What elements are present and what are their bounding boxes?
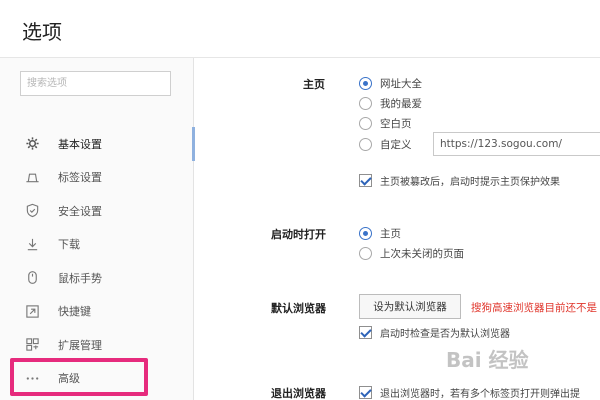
radio-button[interactable] bbox=[359, 97, 372, 110]
startup-option-last-session[interactable]: 上次未关闭的页面 bbox=[359, 246, 464, 261]
sidebar-item-download[interactable]: 下载 bbox=[0, 228, 194, 262]
radio-button[interactable] bbox=[359, 77, 372, 90]
sidebar-item-label: 快捷键 bbox=[58, 305, 91, 319]
download-icon bbox=[24, 236, 40, 252]
radio-label: 我的最爱 bbox=[380, 98, 422, 110]
custom-homepage-url-input[interactable] bbox=[433, 132, 600, 156]
radio-label: 空白页 bbox=[380, 118, 412, 130]
sidebar-item-basic-settings[interactable]: 基本设置 bbox=[0, 127, 195, 161]
radio-button[interactable] bbox=[359, 227, 372, 240]
startup-label: 启动时打开 bbox=[271, 228, 326, 241]
homepage-protect-option[interactable]: 主页被篡改后，启动时提示主页保护效果 bbox=[359, 173, 560, 188]
sidebar-item-tab-settings[interactable]: 标签设置 bbox=[0, 161, 194, 195]
sidebar-item-label: 基本设置 bbox=[58, 137, 102, 151]
default-browser-warning: 搜狗高速浏览器目前还不是 bbox=[471, 302, 597, 314]
page-title: 选项 bbox=[22, 20, 62, 44]
sidebar-item-label: 下载 bbox=[58, 238, 80, 252]
exit-browser-warn-option[interactable]: 退出浏览器时，若有多个标签页打开则弹出提 bbox=[359, 385, 580, 400]
radio-label: 主页 bbox=[380, 228, 401, 240]
homepage-option-nav[interactable]: 网址大全 bbox=[359, 76, 422, 91]
homepage-label: 主页 bbox=[303, 78, 325, 91]
sidebar-nav: 基本设置 标签设置 安全设置 下载 鼠标手势 快捷键 扩展管理 高级 bbox=[0, 127, 195, 395]
search-input[interactable] bbox=[20, 71, 171, 96]
sidebar-item-shortcuts[interactable]: 快捷键 bbox=[0, 295, 194, 329]
sidebar: 基本设置 标签设置 安全设置 下载 鼠标手势 bbox=[0, 58, 195, 400]
exit-browser-label: 退出浏览器 bbox=[271, 387, 326, 400]
sidebar-item-mouse-gestures[interactable]: 鼠标手势 bbox=[0, 261, 194, 295]
checkbox[interactable] bbox=[359, 174, 372, 187]
checkbox-label: 主页被篡改后，启动时提示主页保护效果 bbox=[380, 177, 560, 188]
checkbox-label: 退出浏览器时，若有多个标签页打开则弹出提 bbox=[380, 389, 580, 400]
extensions-icon bbox=[24, 337, 40, 353]
homepage-option-blank[interactable]: 空白页 bbox=[359, 116, 412, 131]
shortcut-icon bbox=[24, 303, 40, 319]
window-header: 选项 bbox=[0, 0, 600, 58]
checkbox[interactable] bbox=[359, 326, 372, 339]
sidebar-item-extensions[interactable]: 扩展管理 bbox=[0, 328, 194, 362]
radio-button[interactable] bbox=[359, 247, 372, 260]
mouse-icon bbox=[24, 270, 40, 286]
radio-button[interactable] bbox=[359, 117, 372, 130]
radio-label: 上次未关闭的页面 bbox=[380, 248, 464, 260]
sidebar-item-label: 扩展管理 bbox=[58, 338, 102, 352]
tab-icon bbox=[24, 169, 40, 185]
default-browser-label: 默认浏览器 bbox=[271, 302, 326, 315]
shield-icon bbox=[24, 203, 40, 219]
homepage-option-custom[interactable]: 自定义 bbox=[359, 137, 412, 152]
checkbox-label: 启动时检查是否为默认浏览器 bbox=[380, 329, 510, 340]
baidu-jingyan-watermark: Bai 经验 bbox=[446, 348, 529, 372]
sidebar-item-label: 鼠标手势 bbox=[58, 271, 102, 285]
gear-icon bbox=[24, 136, 40, 152]
startup-option-homepage[interactable]: 主页 bbox=[359, 226, 401, 241]
set-default-browser-button[interactable]: 设为默认浏览器 bbox=[359, 294, 461, 319]
radio-label: 网址大全 bbox=[380, 78, 422, 90]
settings-content: 主页 网址大全 我的最爱 空白页 自定义 主页被篡改后，启动时提示主页保护效果 … bbox=[195, 58, 600, 400]
radio-button[interactable] bbox=[359, 138, 372, 151]
homepage-option-favorites[interactable]: 我的最爱 bbox=[359, 96, 422, 111]
advanced-highlight-box bbox=[10, 358, 148, 396]
checkbox[interactable] bbox=[359, 386, 372, 399]
check-default-browser-option[interactable]: 启动时检查是否为默认浏览器 bbox=[359, 325, 510, 340]
radio-label: 自定义 bbox=[380, 139, 412, 151]
sidebar-item-label: 安全设置 bbox=[58, 204, 102, 218]
sidebar-item-security-settings[interactable]: 安全设置 bbox=[0, 194, 194, 228]
sidebar-item-label: 标签设置 bbox=[58, 171, 102, 185]
